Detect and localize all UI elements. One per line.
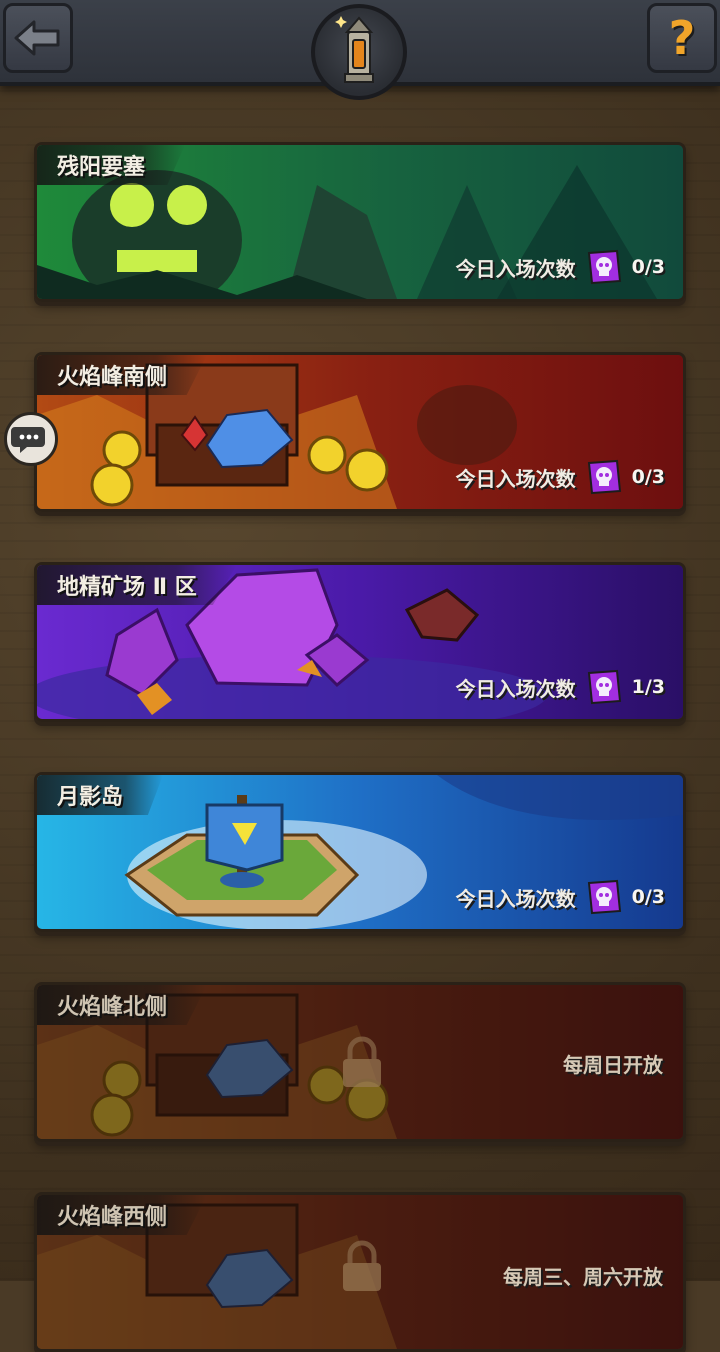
dungeon-title: 残阳要塞 [57,155,146,180]
entry-label: 今日入场次数 [455,466,576,491]
lantern-emblem-icon [335,16,374,83]
entry-count: 0/3 [631,466,665,488]
entry-label: 今日入场次数 [455,886,576,911]
open-schedule: 每周三、周六开放 [503,1265,663,1289]
dungeon-title: 火焰峰南侧 [57,365,168,390]
entry-counter: 今日入场次数 0/3 [456,875,665,919]
back-button[interactable] [3,3,73,73]
dungeon-title: 火焰峰西侧 [57,1205,168,1230]
entry-label: 今日入场次数 [455,256,576,281]
dungeon-title-plate: 火焰峰西侧 [37,1195,208,1235]
entry-count: 0/3 [631,256,665,278]
lock-icon [343,1036,381,1087]
dungeon-card-flame-peak-north[interactable]: 火焰峰北侧 每周日开放 [34,982,686,1142]
entry-label: 今日入场次数 [455,676,576,701]
dungeon-title-plate: 残阳要塞 [37,145,186,185]
entry-count: 0/3 [631,886,665,908]
dungeon-card-flame-peak-south[interactable]: 火焰峰南侧 今日入场次数 0/3 [34,352,686,512]
dungeon-title-plate: 月影岛 [37,775,164,815]
skull-ticket-icon [587,459,621,495]
dungeon-card-moonshadow-isle[interactable]: 月影岛 今日入场次数 0/3 [34,772,686,932]
lock-icon [343,1240,381,1291]
dungeon-title: 火焰峰北侧 [57,995,168,1020]
dungeon-title-plate: 地精矿场 Ⅱ 区 [37,565,237,605]
dungeon-card-flame-peak-west[interactable]: 火焰峰西侧 每周三、周六开放 [34,1192,686,1352]
skull-ticket-icon [587,879,621,915]
help-button[interactable]: ? [647,3,717,73]
open-schedule: 每周日开放 [563,1053,663,1077]
dungeon-title: 月影岛 [57,785,124,810]
top-bar: ? [0,0,720,100]
dungeon-title-plate: 火焰峰北侧 [37,985,208,1025]
entry-counter: 今日入场次数 0/3 [456,455,665,499]
back-arrow-icon [14,20,60,56]
dungeon-card-goblin-mine-2[interactable]: 地精矿场 Ⅱ 区 今日入场次数 1/3 [34,562,686,722]
entry-counter: 今日入场次数 0/3 [456,245,665,289]
skull-ticket-icon [587,669,621,705]
lantern-emblem [311,4,407,100]
help-icon: ? [668,11,696,65]
chat-button[interactable] [4,412,58,466]
chat-bubble-icon [11,427,45,453]
entry-count: 1/3 [631,676,665,698]
skull-ticket-icon [587,249,621,285]
dungeon-title: 地精矿场 Ⅱ 区 [57,575,197,600]
dungeon-card-cancan-fortress[interactable]: 残阳要塞 今日入场次数 0/3 [34,142,686,302]
dungeon-title-plate: 火焰峰南侧 [37,355,208,395]
entry-counter: 今日入场次数 1/3 [456,665,665,709]
